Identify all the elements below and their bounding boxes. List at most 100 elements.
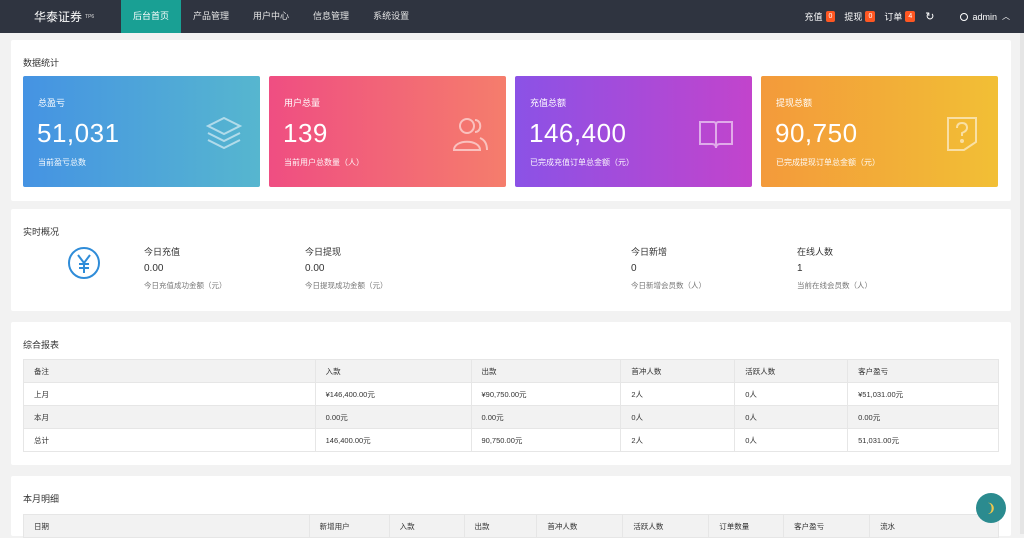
user-icon <box>960 13 968 21</box>
page-scrollbar[interactable] <box>1020 33 1024 534</box>
column-header: 订单数量 <box>709 515 784 538</box>
card-desc: 已完成充值订单总金额（元） <box>530 157 634 168</box>
table-cell: 本月 <box>24 406 316 429</box>
stats-panel: 数据统计 总盈亏 51,031 当前盈亏总数 用户总量 139 当前用户总数量（… <box>11 40 1011 201</box>
support-chat-button[interactable]: ❩ <box>976 493 1006 523</box>
realtime-items: 今日充值 0.00 今日充值成功金额（元） 今日提现 0.00 今日提现成功金额… <box>11 245 1011 305</box>
refresh-icon[interactable]: ↻ <box>925 10 934 23</box>
book-icon <box>696 114 736 154</box>
card-desc: 已完成提现订单总金额（元） <box>776 157 880 168</box>
top-navbar: 华泰证券TP6 后台首页 产品管理 用户中心 信息管理 系统设置 充值 0 提现… <box>0 0 1024 33</box>
nav-item-info[interactable]: 信息管理 <box>301 0 361 33</box>
main-nav: 后台首页 产品管理 用户中心 信息管理 系统设置 <box>121 0 421 33</box>
table-cell: 0人 <box>735 406 848 429</box>
monthly-title: 本月明细 <box>23 492 59 505</box>
withdraw-notice[interactable]: 提现 0 <box>844 10 875 23</box>
order-notice[interactable]: 订单 4 <box>884 10 915 23</box>
recharge-label: 充值 <box>805 10 823 23</box>
column-header: 新增用户 <box>309 515 389 538</box>
withdraw-badge: 0 <box>865 11 875 22</box>
rt-value: 0 <box>631 263 706 274</box>
question-doc-icon <box>942 114 982 154</box>
table-cell: ¥90,750.00元 <box>471 383 621 406</box>
realtime-title: 实时概况 <box>23 225 59 238</box>
column-header: 出款 <box>464 515 537 538</box>
table-cell: 0人 <box>621 406 735 429</box>
withdraw-label: 提现 <box>844 10 862 23</box>
order-label: 订单 <box>884 10 902 23</box>
top-right-tools: 充值 0 提现 0 订单 4 ↻ admin ︿ <box>796 0 1024 33</box>
table-cell: 总计 <box>24 429 316 452</box>
rt-desc: 今日提现成功金额（元） <box>305 280 388 291</box>
stats-title: 数据统计 <box>23 56 59 69</box>
monthly-panel: 本月明细 日期 新增用户 入款 出款 首冲人数 活跃人数 订单数量 客户盈亏 流… <box>11 476 1011 536</box>
table-row: 总计 146,400.00元 90,750.00元 2人 0人 51,031.0… <box>24 429 999 452</box>
table-cell: ¥51,031.00元 <box>848 383 999 406</box>
nav-item-settings[interactable]: 系统设置 <box>361 0 421 33</box>
rt-title: 今日新增 <box>631 245 706 258</box>
table-cell: 0.00元 <box>471 406 621 429</box>
table-cell: 0人 <box>735 383 848 406</box>
table-row: 上月 ¥146,400.00元 ¥90,750.00元 2人 0人 ¥51,03… <box>24 383 999 406</box>
table-cell: 51,031.00元 <box>848 429 999 452</box>
nav-item-home[interactable]: 后台首页 <box>121 0 181 33</box>
rt-recharge: 今日充值 0.00 今日充值成功金额（元） <box>144 245 227 291</box>
rt-desc: 今日充值成功金额（元） <box>144 280 227 291</box>
rt-title: 今日充值 <box>144 245 227 258</box>
rt-value: 0.00 <box>144 263 227 274</box>
stats-cards: 总盈亏 51,031 当前盈亏总数 用户总量 139 当前用户总数量（人） 充值… <box>23 76 998 187</box>
users-icon <box>450 114 490 154</box>
table-cell: 0人 <box>735 429 848 452</box>
report-panel: 综合报表 备注 入款 出款 首冲人数 活跃人数 客户盈亏 上月 ¥146,400… <box>11 322 1011 465</box>
card-total-profit: 总盈亏 51,031 当前盈亏总数 <box>23 76 260 187</box>
brand-version: TP6 <box>85 14 94 20</box>
rt-desc: 当前在线会员数（人） <box>797 280 872 291</box>
card-total-withdraw: 提现总额 90,750 已完成提现订单总金额（元） <box>761 76 998 187</box>
table-cell: ¥146,400.00元 <box>315 383 471 406</box>
table-cell: 90,750.00元 <box>471 429 621 452</box>
chevron-up-icon: ︿ <box>1002 11 1010 22</box>
card-value: 51,031 <box>37 118 120 149</box>
column-header: 活跃人数 <box>735 360 848 383</box>
chat-icon: ❩ <box>986 501 996 515</box>
table-cell: 上月 <box>24 383 316 406</box>
card-title: 提现总额 <box>776 96 812 109</box>
card-total-recharge: 充值总额 146,400 已完成充值订单总金额（元） <box>515 76 752 187</box>
monthly-table: 日期 新增用户 入款 出款 首冲人数 活跃人数 订单数量 客户盈亏 流水 <box>23 514 999 538</box>
brand-name: 华泰证券 <box>34 8 82 25</box>
layers-icon <box>204 114 244 154</box>
order-badge: 4 <box>905 11 915 22</box>
column-header: 活跃人数 <box>623 515 709 538</box>
table-cell: 2人 <box>621 429 735 452</box>
card-title: 总盈亏 <box>38 96 65 109</box>
column-header: 入款 <box>389 515 464 538</box>
rt-new-users: 今日新增 0 今日新增会员数（人） <box>631 245 706 291</box>
yen-icon <box>67 246 101 280</box>
column-header: 备注 <box>24 360 316 383</box>
nav-item-products[interactable]: 产品管理 <box>181 0 241 33</box>
rt-online: 在线人数 1 当前在线会员数（人） <box>797 245 872 291</box>
nav-item-users[interactable]: 用户中心 <box>241 0 301 33</box>
recharge-notice[interactable]: 充值 0 <box>805 10 836 23</box>
column-header: 出款 <box>471 360 621 383</box>
user-menu[interactable]: admin ︿ <box>960 11 1010 22</box>
rt-title: 在线人数 <box>797 245 872 258</box>
rt-withdraw: 今日提现 0.00 今日提现成功金额（元） <box>305 245 388 291</box>
column-header: 首冲人数 <box>537 515 623 538</box>
card-title: 充值总额 <box>530 96 566 109</box>
brand-logo[interactable]: 华泰证券TP6 <box>0 0 121 33</box>
report-table: 备注 入款 出款 首冲人数 活跃人数 客户盈亏 上月 ¥146,400.00元 … <box>23 359 999 452</box>
table-header-row: 日期 新增用户 入款 出款 首冲人数 活跃人数 订单数量 客户盈亏 流水 <box>24 515 999 538</box>
table-cell: 146,400.00元 <box>315 429 471 452</box>
table-cell: 2人 <box>621 383 735 406</box>
rt-title: 今日提现 <box>305 245 388 258</box>
column-header: 日期 <box>24 515 310 538</box>
rt-desc: 今日新增会员数（人） <box>631 280 706 291</box>
column-header: 入款 <box>315 360 471 383</box>
card-value: 90,750 <box>775 118 858 149</box>
card-desc: 当前盈亏总数 <box>38 157 86 168</box>
column-header: 客户盈亏 <box>784 515 870 538</box>
realtime-panel: 实时概况 今日充值 0.00 今日充值成功金额（元） 今日提现 0.00 今日提… <box>11 209 1011 311</box>
card-desc: 当前用户总数量（人） <box>284 157 364 168</box>
column-header: 首冲人数 <box>621 360 735 383</box>
